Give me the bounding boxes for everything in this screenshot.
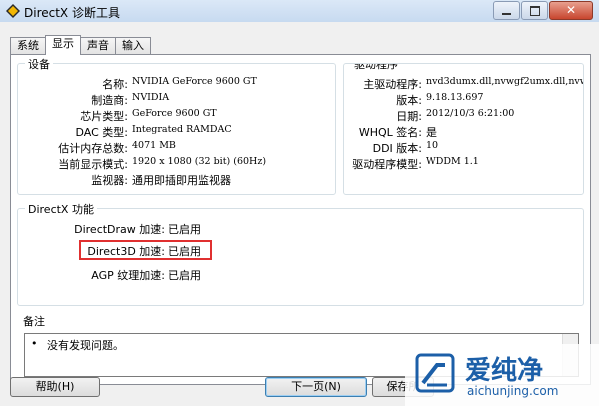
feature-label: AGP 纹理加速: <box>91 269 165 282</box>
driver-label: DDI 版本: <box>372 142 422 155</box>
driver-label: 驱动程序模型: <box>352 158 422 171</box>
device-value: 4071 MB <box>132 140 176 151</box>
directx-features-group: DirectX 功能 DirectDraw 加速: 已启用 Direct3D 加… <box>17 201 584 306</box>
title-bar[interactable]: DirectX 诊断工具 ✕ <box>0 0 599 22</box>
device-label: DAC 类型: <box>75 126 129 139</box>
device-label: 名称: <box>102 78 128 91</box>
tab-system[interactable]: 系统 <box>10 37 46 54</box>
close-button[interactable]: ✕ <box>549 1 593 20</box>
device-group: 设备 名称: NVIDIA GeForce 9600 GT 制造商: NVIDI… <box>17 56 336 195</box>
watermark: 爱纯净 aichunjing.com <box>405 344 599 406</box>
device-value: NVIDIA <box>132 92 170 103</box>
close-icon: ✕ <box>565 3 577 17</box>
device-label: 估计内存总数: <box>58 142 128 155</box>
driver-value: 是 <box>426 126 437 139</box>
driver-value: 10 <box>426 140 439 151</box>
tab-strip: 系统 显示 声音 输入 <box>10 35 151 55</box>
device-value: 通用即插即用监视器 <box>132 174 231 187</box>
device-label: 制造商: <box>91 94 128 107</box>
driver-value: nvd3dumx.dll,nvwgf2umx.dll,nvw <box>426 76 584 87</box>
device-label: 芯片类型: <box>80 110 128 123</box>
watermark-logo-icon <box>415 353 455 393</box>
window-title: DirectX 诊断工具 <box>24 6 120 20</box>
feature-label: Direct3D 加速: <box>87 245 165 258</box>
device-label: 监视器: <box>91 174 128 187</box>
directx-features-title: DirectX 功能 <box>25 201 97 217</box>
driver-label: WHQL 签名: <box>358 126 422 139</box>
driver-label: 版本: <box>396 94 422 107</box>
help-button[interactable]: 帮助(H) <box>10 377 100 397</box>
device-label: 当前显示模式: <box>58 158 128 171</box>
driver-value: WDDM 1.1 <box>426 156 479 167</box>
device-value: Integrated RAMDAC <box>132 124 232 135</box>
notes-title: 备注 <box>20 313 48 329</box>
display-panel: 设备 名称: NVIDIA GeForce 9600 GT 制造商: NVIDI… <box>10 54 591 385</box>
driver-group-title: 驱动程序 <box>351 64 401 72</box>
next-page-button[interactable]: 下一页(N) <box>265 377 367 397</box>
driver-label: 主驱动程序: <box>363 78 422 91</box>
feature-value: 已启用 <box>168 269 201 282</box>
feature-value: 已启用 <box>168 223 201 236</box>
minimize-button[interactable] <box>493 1 520 20</box>
device-value: GeForce 9600 GT <box>132 108 217 119</box>
maximize-icon <box>530 6 540 16</box>
watermark-url: aichunjing.com <box>467 384 559 398</box>
device-value: NVIDIA GeForce 9600 GT <box>132 76 257 87</box>
tab-sound[interactable]: 声音 <box>80 37 116 54</box>
minimize-icon <box>502 13 511 15</box>
maximize-button[interactable] <box>521 1 548 20</box>
driver-group: 驱动程序 主驱动程序: nvd3dumx.dll,nvwgf2umx.dll,n… <box>343 63 584 195</box>
tab-display[interactable]: 显示 <box>45 35 81 55</box>
feature-value: 已启用 <box>168 245 201 258</box>
feature-label: DirectDraw 加速: <box>74 223 165 236</box>
watermark-text: 爱纯净 <box>465 356 544 386</box>
device-group-title: 设备 <box>25 56 53 72</box>
tab-input[interactable]: 输入 <box>115 37 151 54</box>
notes-bullet: • <box>31 337 38 350</box>
notes-text: 没有发现问题。 <box>47 339 124 352</box>
device-value: 1920 x 1080 (32 bit) (60Hz) <box>132 156 267 167</box>
directx-app-icon <box>6 4 20 18</box>
driver-value: 9.18.13.697 <box>426 92 484 103</box>
driver-label: 日期: <box>396 110 422 123</box>
driver-value: 2012/10/3 6:21:00 <box>426 108 515 119</box>
